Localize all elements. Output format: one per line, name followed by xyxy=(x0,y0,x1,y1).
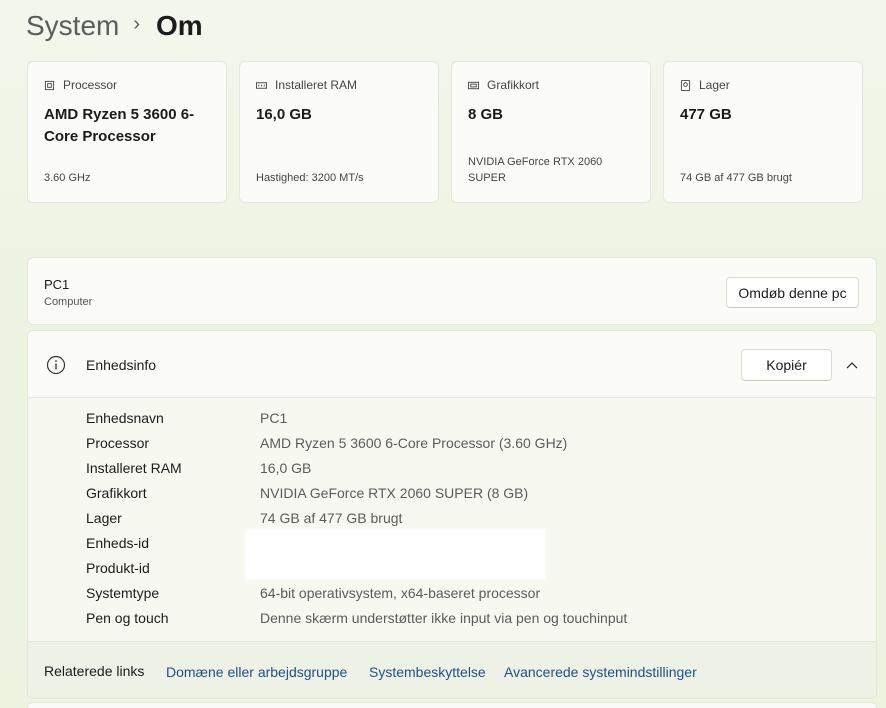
device-info-title: Enhedsinfo xyxy=(86,357,157,373)
spec-value: Denne skærm understøtter ikke input via … xyxy=(260,610,628,626)
page-title: Om xyxy=(156,10,203,41)
spec-value: 64-bit operativsystem, x64-baseret proce… xyxy=(260,585,541,601)
spec-cards: Processor AMD Ryzen 5 3600 6-Core Proces… xyxy=(27,61,863,203)
card-value: 8 GB xyxy=(468,106,504,123)
card-label: Lager xyxy=(699,78,730,92)
card-label: Installeret RAM xyxy=(275,78,358,92)
breadcrumb-separator-icon: › xyxy=(133,12,141,35)
card-sub: NVIDIA GeForce RTX 2060 SUPER xyxy=(468,156,603,184)
next-panel xyxy=(27,702,877,708)
card-ram: Installeret RAM 16,0 GB Hastighed: 3200 … xyxy=(239,61,439,203)
spec-key: Processor xyxy=(86,435,150,451)
redacted-block xyxy=(245,529,545,579)
spec-key: Installeret RAM xyxy=(86,460,182,476)
card-graphics: Grafikkort 8 GB NVIDIA GeForce RTX 2060 … xyxy=(451,61,651,203)
copy-button[interactable]: Kopiér xyxy=(741,349,832,381)
card-sub: 74 GB af 477 GB brugt xyxy=(680,172,792,184)
card-processor: Processor AMD Ryzen 5 3600 6-Core Proces… xyxy=(27,61,227,203)
processor-icon xyxy=(44,80,55,90)
breadcrumb: System › Om xyxy=(26,6,203,46)
card-value: 477 GB xyxy=(680,106,732,123)
link-advanced-system-settings[interactable]: Avancerede systemindstillinger xyxy=(504,664,697,680)
spec-key: Enhedsnavn xyxy=(86,410,164,426)
card-sub: Hastighed: 3200 MT/s xyxy=(256,172,364,184)
link-domain-workgroup[interactable]: Domæne eller arbejdsgruppe xyxy=(166,664,347,680)
spec-key: Grafikkort xyxy=(86,485,147,501)
breadcrumb-system[interactable]: System xyxy=(26,10,119,42)
storage-icon xyxy=(680,79,691,91)
ram-icon xyxy=(256,81,267,89)
card-value: 16,0 GB xyxy=(256,106,312,123)
link-system-protection[interactable]: Systembeskyttelse xyxy=(369,664,486,680)
pc-name-panel: PC1 Computer Omdøb denne pc xyxy=(27,257,877,325)
rename-pc-button[interactable]: Omdøb denne pc xyxy=(726,277,859,308)
pc-type: Computer xyxy=(44,296,93,308)
card-sub: 3.60 GHz xyxy=(44,172,91,184)
related-links-bar: Relaterede links Domæne eller arbejdsgru… xyxy=(28,641,876,698)
spec-value: 74 GB af 477 GB brugt xyxy=(260,510,403,526)
card-storage: Lager 477 GB 74 GB af 477 GB brugt xyxy=(663,61,863,203)
spec-value: 16,0 GB xyxy=(260,460,312,476)
spec-key: Produkt-id xyxy=(86,560,150,576)
spec-key: Pen og touch xyxy=(86,610,169,626)
card-label: Processor xyxy=(63,78,118,92)
chevron-up-icon[interactable] xyxy=(844,357,860,373)
related-links-label: Relaterede links xyxy=(44,663,145,679)
card-value: AMD Ryzen 5 3600 6-Core Processor xyxy=(44,106,195,145)
device-info-header[interactable]: Enhedsinfo Kopiér xyxy=(28,331,876,398)
spec-key: Systemtype xyxy=(86,585,160,601)
pc-name: PC1 xyxy=(44,277,70,292)
spec-value: NVIDIA GeForce RTX 2060 SUPER (8 GB) xyxy=(260,485,529,501)
spec-key: Enheds-id xyxy=(86,535,150,551)
spec-value: PC1 xyxy=(260,410,288,426)
device-info-panel: Enhedsinfo Kopiér Enhedsnavn PC1 Processo… xyxy=(27,330,877,699)
card-label: Grafikkort xyxy=(487,78,540,92)
spec-key: Lager xyxy=(86,510,122,526)
info-icon xyxy=(46,355,66,375)
graphics-card-icon xyxy=(468,81,479,89)
spec-value: AMD Ryzen 5 3600 6-Core Processor (3.60 … xyxy=(260,435,568,451)
